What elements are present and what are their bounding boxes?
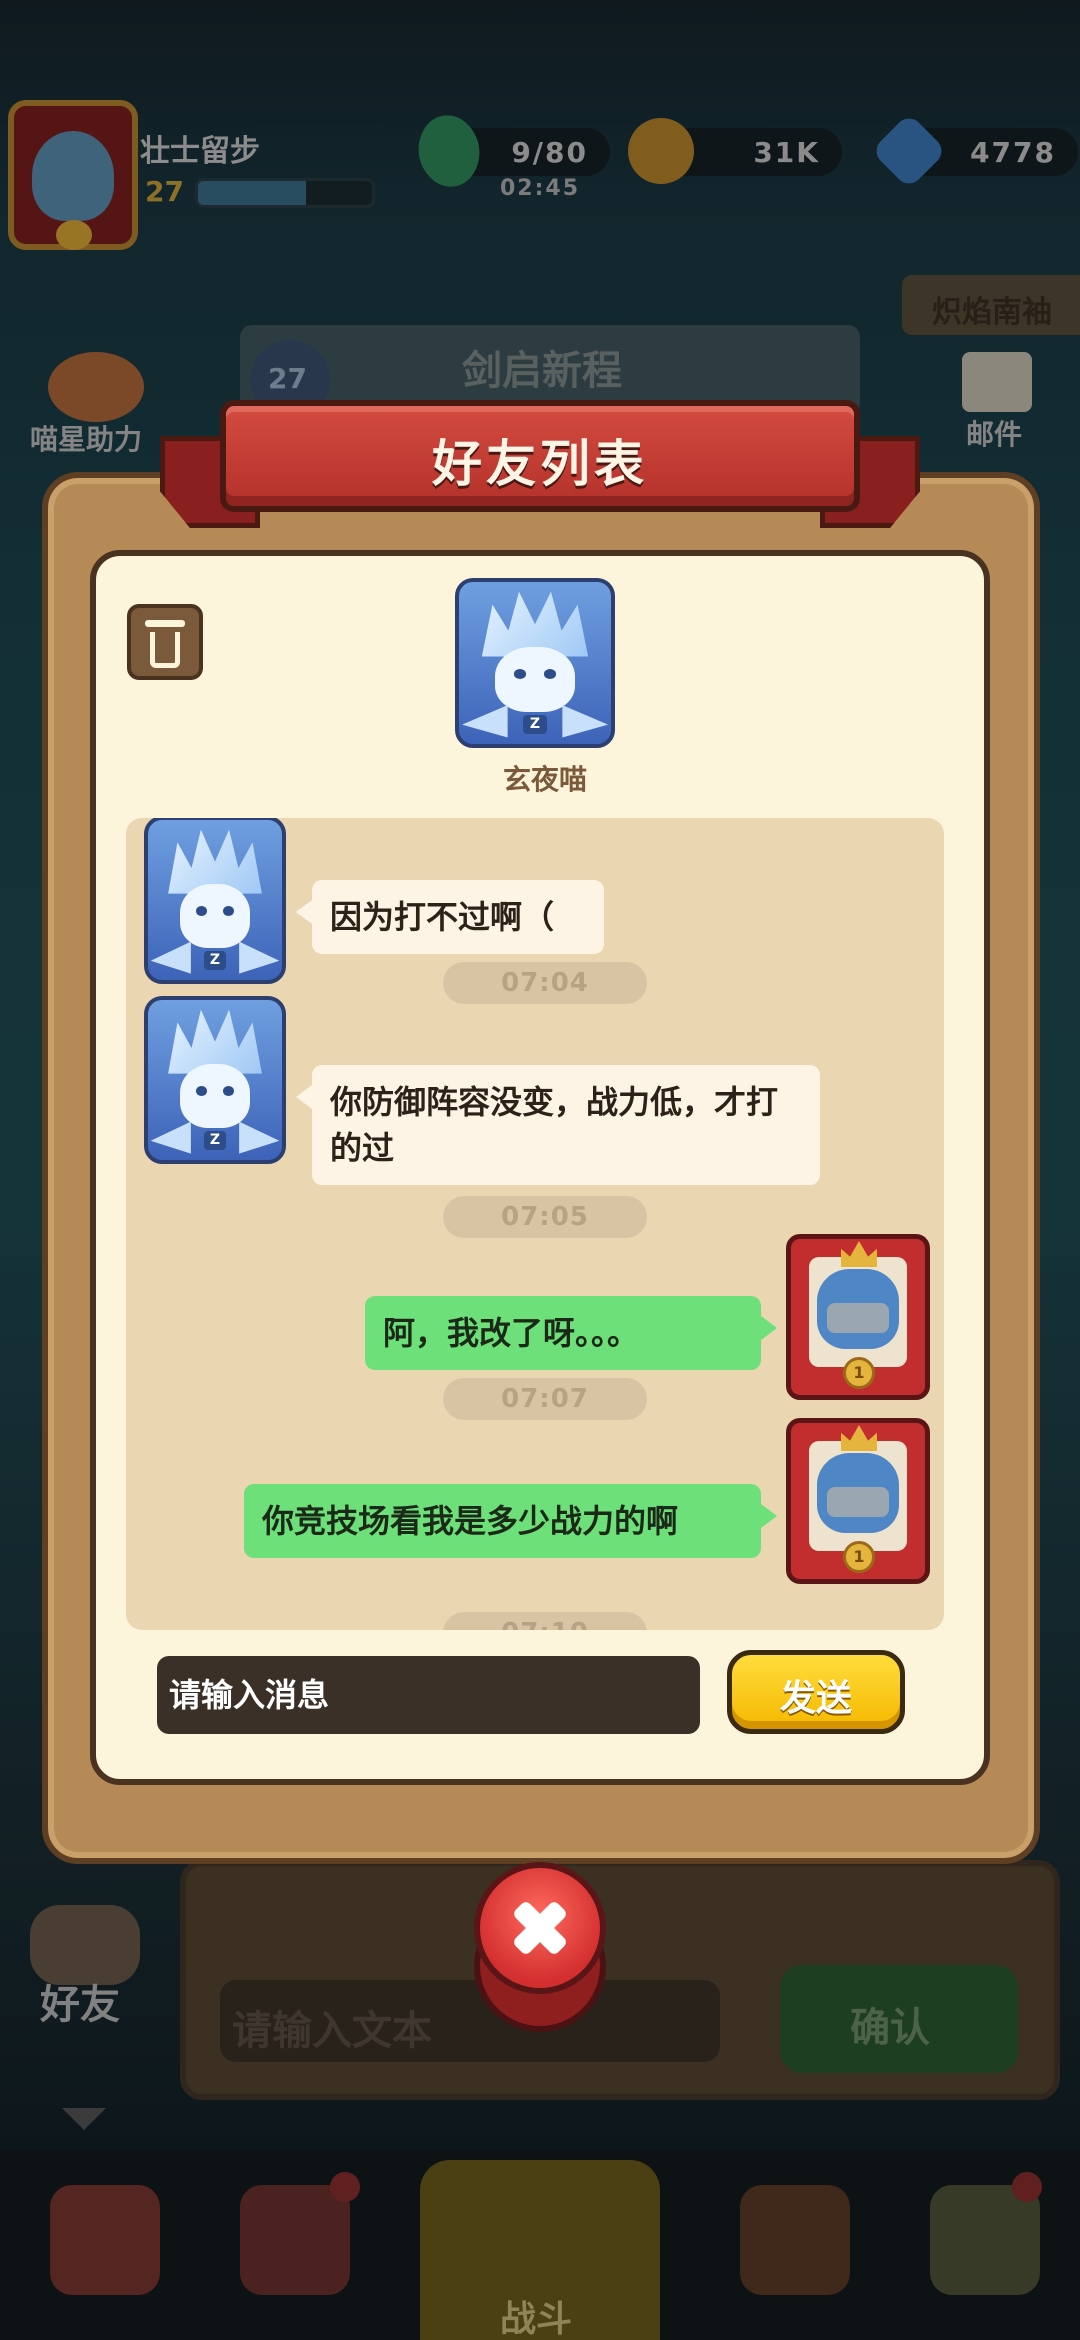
avatar-eye xyxy=(196,906,207,916)
avatar-visor xyxy=(827,1487,889,1517)
crown-icon xyxy=(841,1425,877,1451)
chat-history[interactable]: Z 因为打不过啊（ 07:04 Z 你防御阵容没变，战力低，才打的过 07:05… xyxy=(126,818,944,1630)
avatar-eye xyxy=(223,906,234,916)
message-input[interactable] xyxy=(157,1656,700,1734)
friend-avatar-cat xyxy=(495,646,575,712)
send-button[interactable]: 发送 xyxy=(727,1650,905,1734)
message-avatar-friend[interactable]: Z xyxy=(144,818,286,984)
message-timestamp: 07:10 xyxy=(443,1612,647,1630)
friend-avatar-eye xyxy=(513,669,526,680)
avatar-wing xyxy=(239,941,280,974)
send-button-label: 发送 xyxy=(779,1678,852,1719)
friend-avatar-badge: Z xyxy=(522,714,548,735)
avatar-wing xyxy=(150,1121,191,1154)
friend-avatar[interactable]: Z xyxy=(455,578,615,748)
avatar-badge: Z xyxy=(204,1131,226,1151)
message-input-field[interactable] xyxy=(157,1656,700,1734)
message-timestamp: 07:07 xyxy=(443,1378,647,1420)
crown-icon xyxy=(841,1241,877,1267)
avatar-cat xyxy=(180,1064,250,1128)
message-timestamp: 07:04 xyxy=(443,962,647,1004)
friend-name: 玄夜喵 xyxy=(502,763,587,796)
avatar-visor xyxy=(827,1303,889,1333)
modal-title: 好友列表 xyxy=(432,435,648,493)
avatar-wing xyxy=(239,1121,280,1154)
message-avatar-self[interactable]: 1 xyxy=(786,1234,930,1400)
message-avatar-self[interactable]: 1 xyxy=(786,1418,930,1584)
message-bubble: 因为打不过啊（ xyxy=(296,880,604,954)
avatar-cat xyxy=(180,884,250,948)
trash-can-body xyxy=(150,632,180,668)
close-button[interactable] xyxy=(474,1862,606,1994)
message-bubble: 你竞技场看我是多少战力的啊 xyxy=(244,1484,777,1558)
trophy-medal-icon: 1 xyxy=(843,1357,875,1389)
message-avatar-friend[interactable]: Z xyxy=(144,996,286,1164)
friend-avatar-wing xyxy=(462,705,508,738)
modal-title-ribbon: 好友列表 xyxy=(160,400,920,528)
avatar-badge: Z xyxy=(204,951,226,971)
avatar-wing xyxy=(150,941,191,974)
avatar-eye xyxy=(196,1086,207,1096)
message-timestamp: 07:05 xyxy=(443,1196,647,1238)
trash-icon xyxy=(145,620,185,627)
avatar-eye xyxy=(223,1086,234,1096)
trophy-medal-icon: 1 xyxy=(843,1541,875,1573)
delete-friend-button[interactable] xyxy=(127,604,203,680)
message-bubble: 阿，我改了呀。。。 xyxy=(365,1296,777,1370)
friend-avatar-wing xyxy=(562,705,608,738)
message-bubble: 你防御阵容没变，战力低，才打的过 xyxy=(296,1065,820,1185)
